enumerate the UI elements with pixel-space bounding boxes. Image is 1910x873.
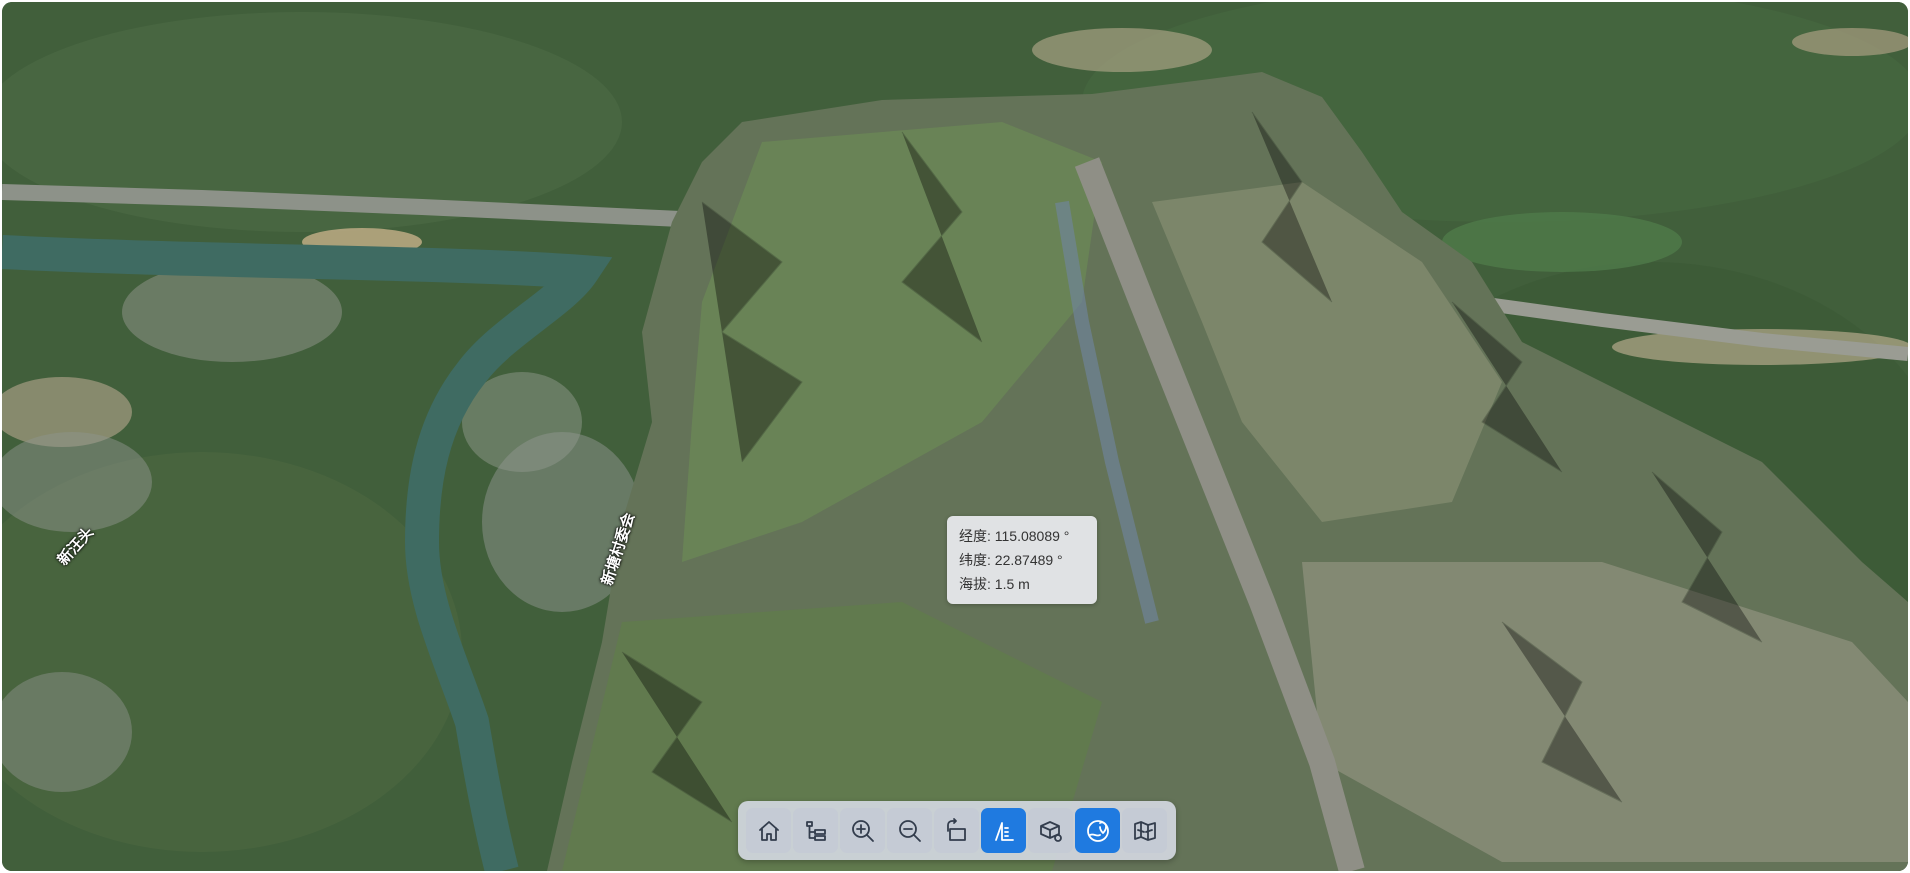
home-button[interactable] xyxy=(746,808,791,853)
zoom-in-button[interactable] xyxy=(840,808,885,853)
latitude-readout: 纬度: 22.87489 ° xyxy=(959,552,1063,568)
measure-icon xyxy=(994,821,1014,841)
measure-button[interactable] xyxy=(981,808,1026,853)
map-toolbar xyxy=(738,801,1176,860)
3d-model-button[interactable] xyxy=(1028,808,1073,853)
altitude-readout: 海拔: 1.5 m xyxy=(959,576,1030,592)
map-button[interactable] xyxy=(1122,808,1167,853)
rotate-view-button[interactable] xyxy=(934,808,979,853)
zoom-out-icon xyxy=(898,819,921,842)
layer-tree-icon xyxy=(805,820,826,841)
location-pick-icon xyxy=(1086,819,1109,842)
satellite-terrain xyxy=(2,2,1908,871)
zoom-in-icon xyxy=(851,819,874,842)
coordinate-tooltip: 经度: 115.08089 ° 纬度: 22.87489 ° 海拔: 1.5 m xyxy=(947,516,1097,604)
map-icon xyxy=(1133,820,1156,841)
rotate-view-icon xyxy=(946,817,966,841)
zoom-out-button[interactable] xyxy=(887,808,932,853)
map-3d-viewport[interactable]: 新汪头 新塘村委会 经度: 115.08089 ° 纬度: 22.87489 °… xyxy=(2,2,1908,871)
longitude-readout: 经度: 115.08089 ° xyxy=(959,528,1070,544)
location-pick-button[interactable] xyxy=(1075,808,1120,853)
home-icon xyxy=(758,820,779,841)
3d-model-icon xyxy=(1039,820,1062,842)
layer-tree-button[interactable] xyxy=(793,808,838,853)
